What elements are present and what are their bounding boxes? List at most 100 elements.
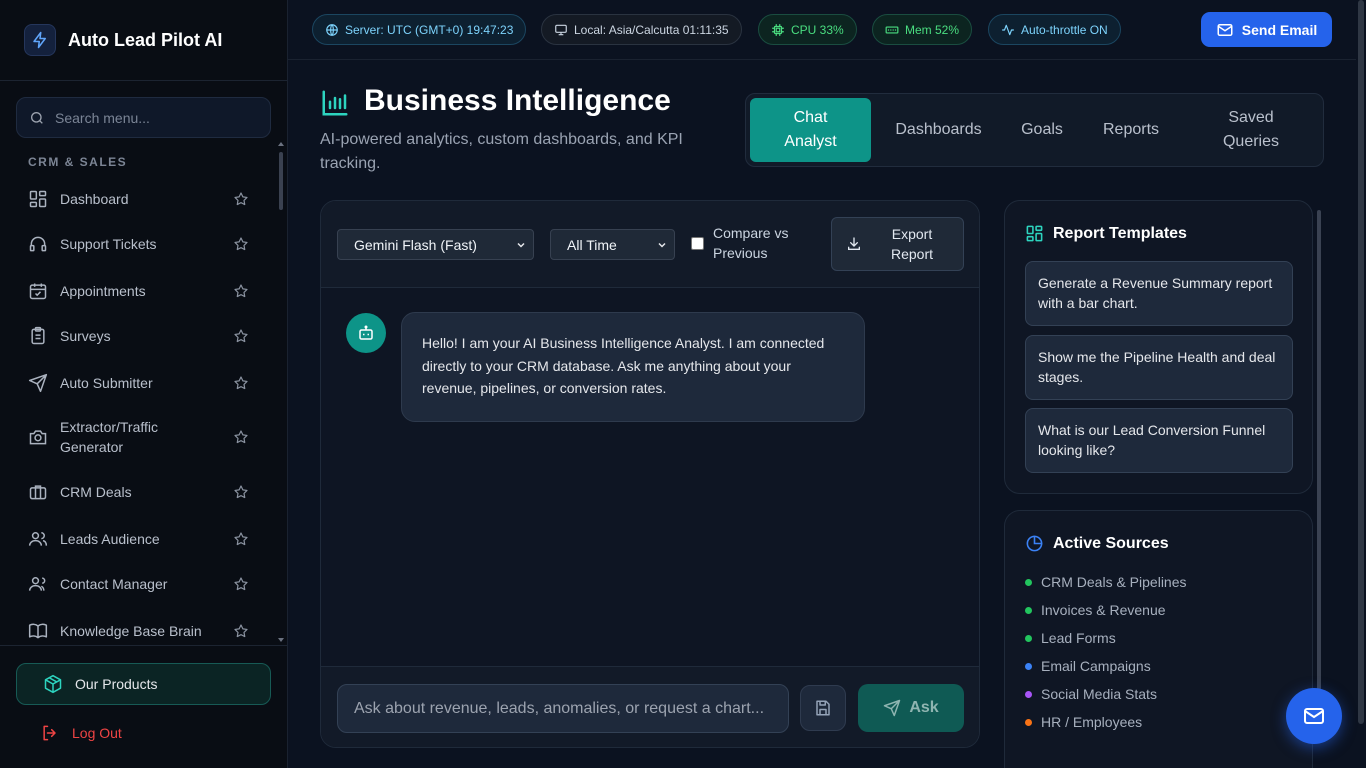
tab-reports[interactable]: Reports <box>1092 98 1170 162</box>
export-report-button[interactable]: Export Report <box>831 217 964 271</box>
book-icon <box>28 621 48 641</box>
memory-text: Mem 52% <box>905 22 960 37</box>
status-dot <box>1025 718 1032 726</box>
star-icon[interactable] <box>233 531 249 547</box>
page-scroll-thumb[interactable] <box>1358 0 1364 724</box>
chat-input-bar: Ask about revenue, leads, anomalies, or … <box>321 666 979 747</box>
sidebar-scrollbar[interactable] <box>277 140 285 646</box>
sidebar-item-label: Contact Manager <box>60 576 168 592</box>
sidebar-item-auto-submitter[interactable]: Auto Submitter <box>16 372 272 394</box>
sidebar-item-label: Extractor/Traffic Generator <box>60 419 159 455</box>
chat-panel: Gemini Flash (Fast) All Time Compare vs … <box>320 200 980 748</box>
source-label: Invoices & Revenue <box>1041 602 1166 618</box>
sidebar-item-leads-audience[interactable]: Leads Audience <box>16 528 272 550</box>
chat-toolbar: Gemini Flash (Fast) All Time Compare vs … <box>321 201 979 288</box>
chat-input[interactable]: Ask about revenue, leads, anomalies, or … <box>337 684 789 733</box>
sidebar-item-surveys[interactable]: Surveys <box>16 325 272 347</box>
sidebar-item-label: CRM Deals <box>60 484 132 500</box>
sidebar-item-label: Auto Submitter <box>60 375 153 391</box>
scroll-thumb[interactable] <box>279 152 283 210</box>
mail-icon <box>1217 23 1233 36</box>
template-item[interactable]: What is our Lead Conversion Funnel looki… <box>1025 408 1293 473</box>
source-item: HR / Employees <box>1025 714 1142 730</box>
globe-icon <box>326 23 338 36</box>
model-select[interactable]: Gemini Flash (Fast) <box>337 229 534 260</box>
source-label: Social Media Stats <box>1041 686 1157 702</box>
right-scroll-thumb[interactable] <box>1317 210 1321 690</box>
chat-input-placeholder: Ask about revenue, leads, anomalies, or … <box>354 699 765 717</box>
server-time-badge: Server: UTC (GMT+0) 19:47:23 <box>312 14 527 45</box>
time-range-select[interactable]: All Time <box>550 229 675 260</box>
sidebar-item-appointments[interactable]: Appointments <box>16 280 272 302</box>
logout-icon <box>40 723 60 743</box>
compare-toggle[interactable]: Compare vs Previous <box>691 223 803 263</box>
active-sources-card: Active Sources CRM Deals & Pipelines Inv… <box>1004 510 1313 768</box>
source-item: CRM Deals & Pipelines <box>1025 574 1187 590</box>
right-panel-scrollbar[interactable] <box>1316 202 1322 748</box>
headset-icon <box>28 234 48 254</box>
report-templates-card: Report Templates Generate a Revenue Summ… <box>1004 200 1313 494</box>
status-dot <box>1025 690 1032 698</box>
user-group-icon <box>28 574 48 594</box>
source-label: HR / Employees <box>1041 714 1143 730</box>
send-email-button[interactable]: Send Email <box>1201 12 1332 47</box>
grid-icon <box>28 189 48 209</box>
sidebar-item-contact-manager[interactable]: Contact Manager <box>16 573 272 595</box>
save-icon <box>816 700 830 716</box>
memory-icon <box>885 26 899 33</box>
tab-chat-analyst[interactable]: Chat Analyst <box>750 98 871 162</box>
status-dot <box>1025 634 1032 642</box>
assistant-message: Hello! I am your AI Business Intelligenc… <box>401 312 865 422</box>
users-icon <box>28 529 48 549</box>
star-icon[interactable] <box>233 429 249 445</box>
template-item[interactable]: Show me the Pipeline Health and deal sta… <box>1025 335 1293 400</box>
bar-chart-icon <box>320 88 350 118</box>
active-sources-label: Active Sources <box>1053 534 1169 552</box>
star-icon[interactable] <box>233 576 249 592</box>
source-label: Lead Forms <box>1041 630 1116 646</box>
sidebar-item-dashboard[interactable]: Dashboard <box>16 188 272 210</box>
star-icon[interactable] <box>233 191 249 207</box>
template-item[interactable]: Generate a Revenue Summary report with a… <box>1025 261 1293 326</box>
sidebar-item-extractor[interactable]: Extractor/Traffic Generator <box>16 417 272 457</box>
calendar-check-icon <box>28 281 48 301</box>
section-label: CRM & SALES <box>28 155 128 169</box>
sidebar-item-label: Dashboard <box>60 191 129 207</box>
star-icon[interactable] <box>233 328 249 344</box>
sidebar: Auto Lead Pilot AI Search menu... CRM & … <box>0 0 288 768</box>
send-icon <box>884 699 901 717</box>
page-scrollbar[interactable] <box>1356 0 1366 768</box>
clipboard-icon <box>28 326 48 346</box>
sidebar-item-support-tickets[interactable]: Support Tickets <box>16 233 272 255</box>
save-query-button[interactable] <box>800 685 846 731</box>
star-icon[interactable] <box>233 375 249 391</box>
memory-badge: Mem 52% <box>872 14 973 45</box>
mail-icon <box>1304 708 1324 724</box>
compare-checkbox[interactable] <box>691 236 704 250</box>
our-products-button[interactable]: Our Products <box>16 663 271 705</box>
cpu-icon <box>772 23 784 36</box>
tab-goals[interactable]: Goals <box>1006 98 1078 162</box>
sidebar-item-crm-deals[interactable]: CRM Deals <box>16 481 272 503</box>
throttle-badge[interactable]: Auto-throttle ON <box>988 14 1121 45</box>
tab-dashboards[interactable]: Dashboards <box>885 98 992 162</box>
layout-icon <box>1026 225 1043 242</box>
floating-mail-button[interactable] <box>1286 688 1342 744</box>
tab-saved-queries[interactable]: Saved Queries <box>1191 98 1311 162</box>
sidebar-item-knowledge-base[interactable]: Knowledge Base Brain <box>16 620 272 642</box>
star-icon[interactable] <box>233 236 249 252</box>
our-products-label: Our Products <box>75 676 158 692</box>
cpu-text: CPU 33% <box>791 22 844 37</box>
source-item: Invoices & Revenue <box>1025 602 1166 618</box>
star-icon[interactable] <box>233 283 249 299</box>
throttle-text: Auto-throttle ON <box>1021 22 1108 37</box>
local-time-badge: Local: Asia/Calcutta 01:11:35 <box>541 14 742 45</box>
star-icon[interactable] <box>233 623 249 639</box>
logout-button[interactable]: Log Out <box>28 723 122 743</box>
search-input[interactable]: Search menu... <box>16 97 271 138</box>
model-select-value: Gemini Flash (Fast) <box>354 236 477 253</box>
star-icon[interactable] <box>233 484 249 500</box>
sidebar-item-label: Knowledge Base Brain <box>60 623 202 639</box>
ask-button[interactable]: Ask <box>858 684 964 732</box>
bolt-icon <box>24 24 56 56</box>
